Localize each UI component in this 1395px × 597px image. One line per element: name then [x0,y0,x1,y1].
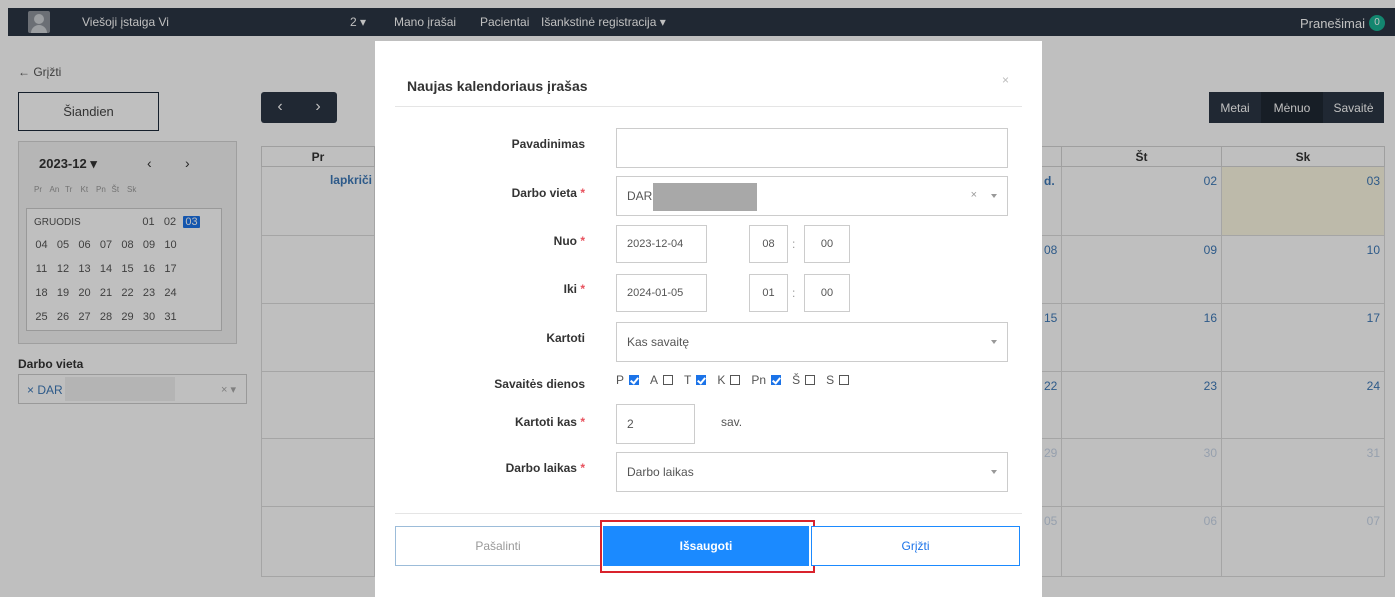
repeat-every-label: Kartoti kas * [375,415,585,429]
from-label-text: Nuo [553,234,577,248]
work-time-value: Darbo laikas [627,465,694,479]
new-calendar-entry-modal: Naujas kalendoriaus įrašas × Pavadinimas… [375,41,1042,597]
to-label-text: Iki [563,282,577,296]
required-mark: * [580,461,585,475]
weekday-option[interactable]: S [826,373,850,387]
time-separator: : [792,237,796,251]
save-button-highlight [600,520,815,573]
work-time-select[interactable]: Darbo laikas [616,452,1008,492]
to-minute-input[interactable]: 00 [804,274,850,312]
divider [395,513,1022,514]
workplace-select[interactable]: DAR × [616,176,1008,216]
from-minute-input[interactable]: 00 [804,225,850,263]
required-mark: * [580,186,585,200]
chevron-down-icon[interactable] [991,194,997,198]
weekday-label: P [616,373,625,387]
close-icon[interactable]: × [1002,73,1009,87]
repeat-select[interactable]: Kas savaitę [616,322,1008,362]
weekday-label: Š [792,373,801,387]
chevron-down-icon[interactable] [991,470,997,474]
clear-icon[interactable]: × [971,189,977,201]
required-mark: * [580,415,585,429]
to-label: Iki * [375,282,585,296]
divider [395,106,1022,107]
work-time-label: Darbo laikas * [375,461,585,475]
required-mark: * [580,234,585,248]
weekday-label: A [650,373,659,387]
weekday-label: K [717,373,726,387]
name-input[interactable] [616,128,1008,168]
weekday-checkboxes: P A T K Pn Š S [616,373,860,387]
to-hour-input[interactable]: 01 [749,274,788,312]
checkbox-icon[interactable] [730,375,741,385]
weekday-label: T [684,373,692,387]
repeat-value: Kas savaitę [627,335,690,349]
redacted-area [653,183,757,211]
weekday-option[interactable]: A [650,373,674,387]
weekday-option[interactable]: Š [792,373,816,387]
workplace-label: Darbo vieta * [375,186,585,200]
weekday-label: Pn [751,373,767,387]
work-time-label-text: Darbo laikas [505,461,577,475]
weekday-option[interactable]: K [717,373,741,387]
time-separator: : [792,286,796,300]
chevron-down-icon[interactable] [991,340,997,344]
checkbox-checked-icon[interactable] [629,375,640,385]
from-hour-input[interactable]: 08 [749,225,788,263]
repeat-every-input[interactable]: 2 [616,404,695,444]
checkbox-icon[interactable] [839,375,850,385]
weekday-option[interactable]: Pn [751,373,782,387]
repeat-every-label-text: Kartoti kas [514,415,577,429]
repeat-every-unit: sav. [721,415,743,429]
weekdays-label: Savaitės dienos [494,377,585,391]
to-date-input[interactable]: 2024-01-05 [616,274,707,312]
from-date-input[interactable]: 2023-12-04 [616,225,707,263]
checkbox-icon[interactable] [805,375,816,385]
weekday-option[interactable]: T [684,373,707,387]
required-mark: * [580,282,585,296]
weekday-option[interactable]: P [616,373,640,387]
checkbox-checked-icon[interactable] [696,375,707,385]
workplace-label-text: Darbo vieta [511,186,577,200]
back-button[interactable]: Grįžti [811,526,1020,566]
name-label: Pavadinimas [511,137,585,151]
checkbox-icon[interactable] [663,375,674,385]
repeat-label: Kartoti [546,331,585,345]
from-label: Nuo * [375,234,585,248]
checkbox-checked-icon[interactable] [771,375,782,385]
weekday-label: S [826,373,835,387]
workplace-value: DAR [627,189,653,203]
modal-title: Naujas kalendoriaus įrašas [407,78,588,94]
delete-button[interactable]: Pašalinti [395,526,601,566]
